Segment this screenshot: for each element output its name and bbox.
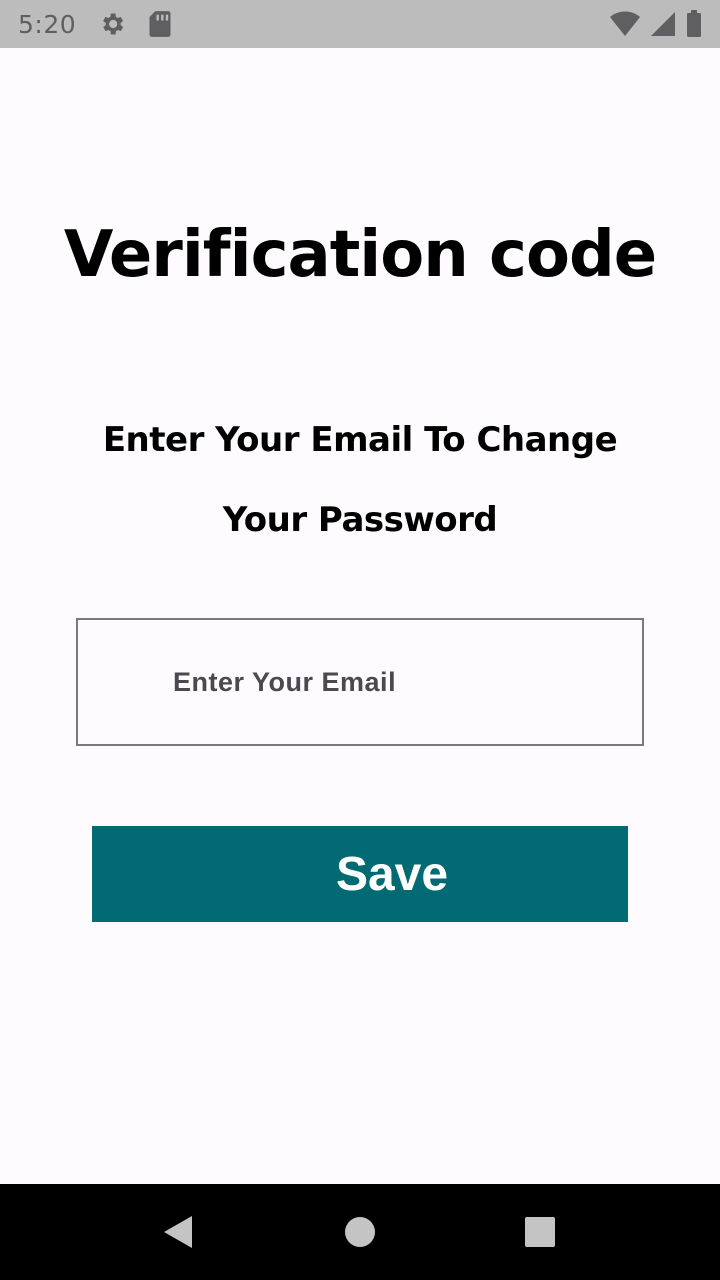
back-button[interactable] [130,1184,226,1280]
page-subtitle: Enter Your Email To Change Your Password [102,420,618,540]
sd-card-icon [149,11,171,37]
save-button[interactable]: Save [92,826,628,922]
status-bar: 5:20 [0,0,720,48]
recents-icon [525,1217,555,1247]
signal-icon [651,12,675,36]
settings-icon [103,13,124,35]
battery-icon [687,10,701,37]
status-time: 5:20 [18,9,77,39]
email-field[interactable] [76,618,644,746]
wifi-icon [610,11,640,36]
back-icon [164,1216,192,1248]
home-button[interactable] [312,1184,408,1280]
home-icon [345,1217,375,1247]
recents-button[interactable] [492,1184,588,1280]
navigation-bar [0,1184,720,1280]
page-title: Verification code [63,218,657,292]
status-bar-right [610,10,702,38]
status-bar-left: 5:20 [18,10,172,39]
